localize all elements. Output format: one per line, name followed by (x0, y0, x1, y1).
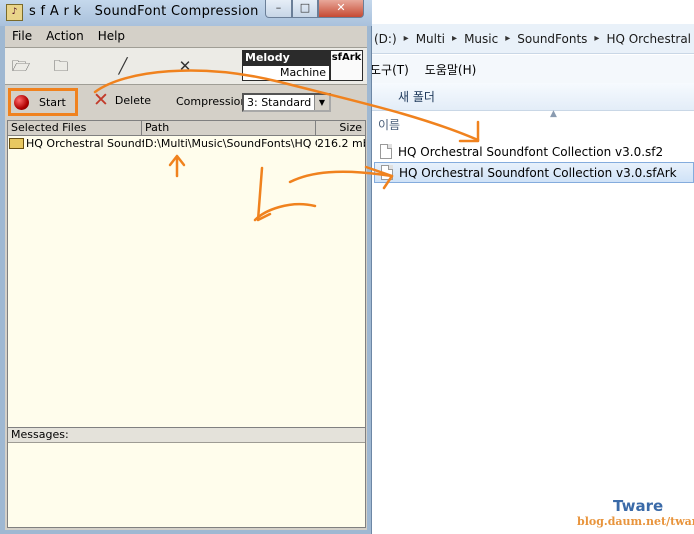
compression-select[interactable]: 3: Standard ▼ (242, 93, 331, 112)
column-size[interactable]: Size (316, 121, 365, 136)
explorer-menubar: 도구(T) 도움말(H) (360, 55, 694, 83)
file-item-sfark[interactable]: HQ Orchestral Soundfont Collection v3.0.… (374, 162, 694, 183)
logo-machine-text: Machine (242, 65, 330, 81)
explorer-window: (D:) ▸ Multi ▸ Music ▸ SoundFonts ▸ HQ O… (360, 0, 694, 534)
menu-help[interactable]: 도움말(H) (425, 61, 477, 78)
watermark-url: blog.daum.net/tware (577, 515, 694, 528)
chevron-right-icon: ▸ (452, 33, 458, 44)
brush-icon[interactable]: ╱ (113, 57, 133, 75)
file-name: HQ Orchestral Soundfont Collection v3.0.… (398, 144, 664, 159)
file-list[interactable]: Selected Files Path Size HQ Orchestral S… (7, 120, 366, 440)
explorer-toolbar: 새 폴더 (360, 83, 694, 111)
icon-toolbar: 🗁 🗀 ╱ ✕ Melody Machine sfArk (5, 47, 367, 85)
delete-button[interactable]: ✕ Delete (93, 91, 151, 110)
start-button[interactable]: Start (8, 88, 78, 116)
compression-value: 3: Standard (247, 96, 312, 109)
table-row[interactable]: HQ Orchestral Soundfon D:\Multi\Music\So… (8, 137, 365, 151)
title-bar[interactable]: ♪ s f A r k SoundFont Compression – □ ✕ (0, 0, 372, 26)
watermark-title: Tware (613, 497, 664, 515)
sort-up-icon: ▲ (550, 109, 557, 119)
messages-label: Messages: (8, 428, 365, 443)
file-item-sf2[interactable]: HQ Orchestral Soundfont Collection v3.0.… (374, 141, 694, 162)
file-icon (381, 165, 393, 180)
breadcrumb-hq-orchestral[interactable]: HQ Orchestral S (606, 32, 694, 46)
cell-size: 216.2 mb (317, 137, 365, 150)
soundfont-icon (9, 138, 24, 149)
menubar: File Action Help (5, 26, 367, 46)
delete-label: Delete (114, 94, 152, 107)
file-icon (380, 144, 392, 159)
file-name: HQ Orchestral Soundfont Collection v3.0.… (399, 165, 677, 180)
column-header-name[interactable]: 이름 ▲ (360, 109, 694, 136)
menu-help[interactable]: Help (91, 29, 132, 43)
cell-path: D:\Multi\Music\SoundFonts\HQ Or (145, 137, 317, 150)
breadcrumb-multi[interactable]: Multi (416, 32, 445, 46)
chevron-right-icon: ▸ (403, 33, 409, 44)
action-toolbar: Start ✕ Delete Compression: 3: Standard … (5, 86, 367, 119)
open-folder-icon[interactable]: 🗀 (51, 57, 71, 75)
chevron-right-icon: ▸ (594, 33, 600, 44)
minimize-button[interactable]: – (265, 0, 292, 18)
cancel-icon[interactable]: ✕ (175, 57, 195, 75)
menu-action[interactable]: Action (39, 29, 91, 43)
open-file-icon[interactable]: 🗁 (11, 57, 31, 75)
maximize-button[interactable]: □ (292, 0, 318, 18)
breadcrumb-music[interactable]: Music (464, 32, 498, 46)
delete-icon: ✕ (93, 89, 109, 111)
cell-file: HQ Orchestral Soundfon (26, 137, 144, 150)
breadcrumb-drive[interactable]: (D:) (374, 32, 397, 46)
menu-tools[interactable]: 도구(T) (370, 61, 409, 78)
messages-panel[interactable]: Messages: (7, 427, 366, 528)
column-path[interactable]: Path (142, 121, 316, 136)
chevron-down-icon[interactable]: ▼ (314, 95, 329, 110)
sfark-badge: sfArk (330, 50, 363, 81)
chevron-right-icon: ▸ (505, 33, 511, 44)
compression-label: Compression: (176, 95, 252, 108)
sfark-client: File Action Help 🗁 🗀 ╱ ✕ Melody Machine … (5, 26, 367, 530)
new-folder-button[interactable]: 새 폴더 (398, 88, 435, 105)
address-bar[interactable]: (D:) ▸ Multi ▸ Music ▸ SoundFonts ▸ HQ O… (360, 24, 694, 54)
window-title: s f A r k SoundFont Compression (29, 4, 259, 19)
start-label: Start (39, 95, 66, 109)
column-selected-files[interactable]: Selected Files (8, 121, 142, 136)
record-icon (14, 94, 29, 110)
column-name-label: 이름 (378, 117, 401, 132)
breadcrumb-soundfonts[interactable]: SoundFonts (517, 32, 587, 46)
sfark-window: ♪ s f A r k SoundFont Compression – □ ✕ … (0, 0, 372, 534)
app-icon: ♪ (6, 4, 23, 21)
close-button[interactable]: ✕ (318, 0, 364, 18)
menu-file[interactable]: File (5, 29, 39, 43)
melody-machine-logo: Melody Machine sfArk (242, 50, 363, 82)
list-header: Selected Files Path Size (8, 121, 365, 136)
logo-melody-text: Melody (242, 50, 330, 65)
